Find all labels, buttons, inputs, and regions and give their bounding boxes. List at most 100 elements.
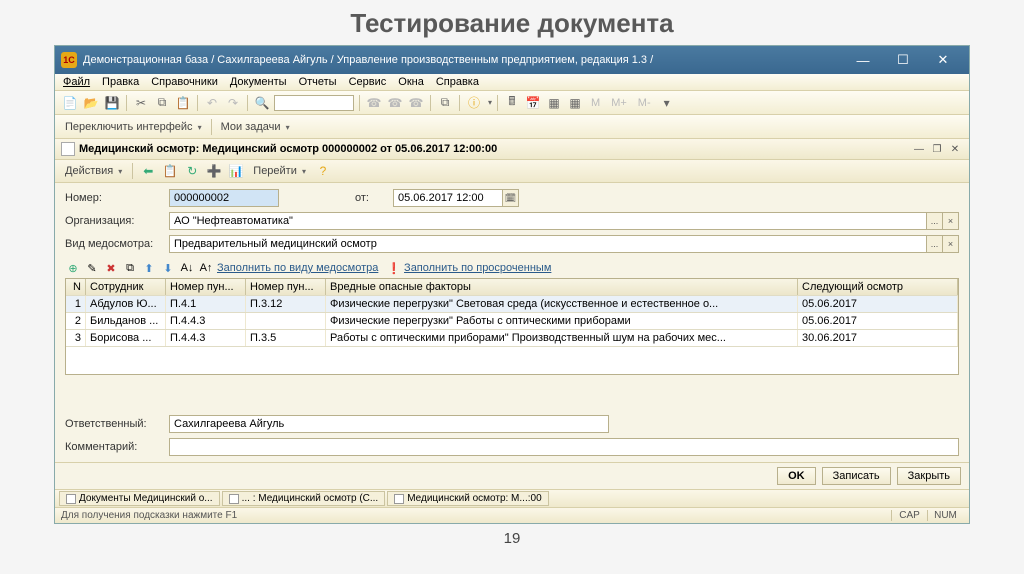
type-input[interactable] (169, 235, 927, 253)
mem-mp[interactable]: M+ (607, 97, 631, 109)
menu-refs[interactable]: Справочники (151, 76, 218, 88)
tool-c-icon[interactable]: ↻ (183, 162, 201, 180)
up-icon[interactable]: ⬆ (141, 260, 157, 276)
switch-interface[interactable]: Переключить интерфейс ▾ (61, 121, 206, 133)
tab-doc-c[interactable]: ... : Медицинский осмотр (С... (222, 491, 386, 506)
separator (247, 95, 248, 111)
menu-reports[interactable]: Отчеты (299, 76, 337, 88)
org-label: Организация: (65, 215, 161, 227)
search-field[interactable] (274, 95, 354, 111)
col-p2[interactable]: Номер пун... (246, 279, 326, 295)
new-icon[interactable]: 📄 (61, 94, 79, 112)
col-next[interactable]: Следующий осмотр (798, 279, 958, 295)
sort-az-icon[interactable]: A↓ (179, 260, 195, 276)
tool4-icon[interactable]: ▦ (566, 94, 584, 112)
type-clear-icon[interactable]: × (943, 235, 959, 253)
employees-grid: N Сотрудник Номер пун... Номер пун... Вр… (65, 278, 959, 375)
org-select-icon[interactable]: ... (927, 212, 943, 230)
tool3-icon[interactable]: ▦ (545, 94, 563, 112)
tab-doc-m[interactable]: Медицинский осмотр: М...:00 (387, 491, 548, 506)
col-n[interactable]: N (66, 279, 86, 295)
document-title: Медицинский осмотр: Медицинский осмотр 0… (79, 143, 911, 155)
close-doc-button[interactable]: Закрыть (897, 467, 961, 485)
separator (211, 119, 212, 135)
grid-body[interactable]: 1 Абдулов Ю... П.4.1 П.3.12 Физические п… (66, 296, 958, 374)
search-icon[interactable]: 🔍 (253, 94, 271, 112)
tool-d-icon[interactable]: ➕ (205, 162, 223, 180)
tool5-icon[interactable]: ▾ (658, 94, 676, 112)
menu-windows[interactable]: Окна (398, 76, 424, 88)
add-row-icon[interactable]: ⊕ (65, 260, 81, 276)
help-icon[interactable]: ⓘ (465, 94, 483, 112)
org-clear-icon[interactable]: × (943, 212, 959, 230)
menu-edit[interactable]: Правка (102, 76, 139, 88)
col-emp[interactable]: Сотрудник (86, 279, 166, 295)
tab-icon (66, 494, 76, 504)
table-row[interactable]: 1 Абдулов Ю... П.4.1 П.3.12 Физические п… (66, 296, 958, 313)
comment-label: Комментарий: (65, 441, 161, 453)
edit-row-icon[interactable]: ✎ (84, 260, 100, 276)
minimize-button[interactable]: — (843, 49, 883, 71)
app-window: 1С Демонстрационная база / Сахилгареева … (54, 45, 970, 524)
undo-icon[interactable]: ↶ (203, 94, 221, 112)
copy2-icon[interactable]: ⧉ (436, 94, 454, 112)
open-icon[interactable]: 📂 (82, 94, 100, 112)
paste-icon[interactable]: 📋 (174, 94, 192, 112)
call-icon[interactable]: ☎ (365, 94, 383, 112)
ok-button[interactable]: OK (777, 467, 816, 485)
resp-input[interactable] (169, 415, 609, 433)
table-row[interactable]: 3 Борисова ... П.4.4.3 П.3.5 Работы с оп… (66, 330, 958, 347)
q-help-icon[interactable]: ? (314, 162, 332, 180)
fill-by-type-link[interactable]: Заполнить по виду медосмотра (217, 262, 378, 274)
mem-m[interactable]: M (587, 97, 604, 109)
sort-za-icon[interactable]: A↑ (198, 260, 214, 276)
fill-overdue-link[interactable]: Заполнить по просроченным (404, 262, 551, 274)
down-icon[interactable]: ⬇ (160, 260, 176, 276)
call2-icon[interactable]: ☎ (386, 94, 404, 112)
tool-b-icon[interactable]: 📋 (161, 162, 179, 180)
menu-docs[interactable]: Документы (230, 76, 287, 88)
document-toolbar: Действия ▾ ⬅ 📋 ↻ ➕ 📊 Перейти ▾ ? (55, 160, 969, 183)
goto-dropdown[interactable]: Перейти ▾ (249, 165, 310, 177)
doc-min-icon[interactable]: — (911, 142, 927, 156)
save-button[interactable]: Записать (822, 467, 891, 485)
table-row[interactable]: 2 Бильданов ... П.4.4.3 Физические перег… (66, 313, 958, 330)
calendar-picker-icon[interactable]: 🗓 (503, 189, 519, 207)
type-label: Вид медосмотра: (65, 238, 161, 250)
cut-icon[interactable]: ✂ (132, 94, 150, 112)
date-input[interactable] (393, 189, 503, 207)
menu-help[interactable]: Справка (436, 76, 479, 88)
actions-dropdown[interactable]: Действия ▾ (61, 165, 126, 177)
org-input[interactable] (169, 212, 927, 230)
menu-service[interactable]: Сервис (349, 76, 387, 88)
my-tasks[interactable]: Мои задачи ▾ (217, 121, 294, 133)
tool-e-icon[interactable]: 📊 (227, 162, 245, 180)
maximize-button[interactable]: ☐ (883, 49, 923, 71)
call3-icon[interactable]: ☎ (407, 94, 425, 112)
copy-icon[interactable]: ⧉ (153, 94, 171, 112)
close-button[interactable]: ✕ (923, 49, 963, 71)
calendar-icon[interactable]: 📅 (524, 94, 542, 112)
col-p1[interactable]: Номер пун... (166, 279, 246, 295)
tool-a-icon[interactable]: ⬅ (139, 162, 157, 180)
doc-close-icon[interactable]: ✕ (947, 142, 963, 156)
alert-icon: ❗ (387, 262, 401, 275)
tab-docs-list[interactable]: Документы Медицинский о... (59, 491, 220, 506)
copy-row-icon[interactable]: ⧉ (122, 260, 138, 276)
dropdown-icon[interactable]: ▾ (488, 98, 492, 107)
app-logo-icon: 1С (61, 52, 77, 68)
doc-max-icon[interactable]: ❐ (929, 142, 945, 156)
save-icon[interactable]: 💾 (103, 94, 121, 112)
redo-icon[interactable]: ↷ (224, 94, 242, 112)
menubar: Файл Правка Справочники Документы Отчеты… (55, 74, 969, 91)
calc-icon[interactable]: 🖩 (503, 94, 521, 112)
menu-file[interactable]: Файл (63, 76, 90, 88)
window-title: Демонстрационная база / Сахилгареева Айг… (83, 54, 843, 66)
col-factors[interactable]: Вредные опасные факторы (326, 279, 798, 295)
number-input[interactable] (169, 189, 279, 207)
type-select-icon[interactable]: ... (927, 235, 943, 253)
del-row-icon[interactable]: ✖ (103, 260, 119, 276)
mem-mm[interactable]: M- (634, 97, 655, 109)
comment-input[interactable] (169, 438, 959, 456)
resp-label: Ответственный: (65, 418, 161, 430)
